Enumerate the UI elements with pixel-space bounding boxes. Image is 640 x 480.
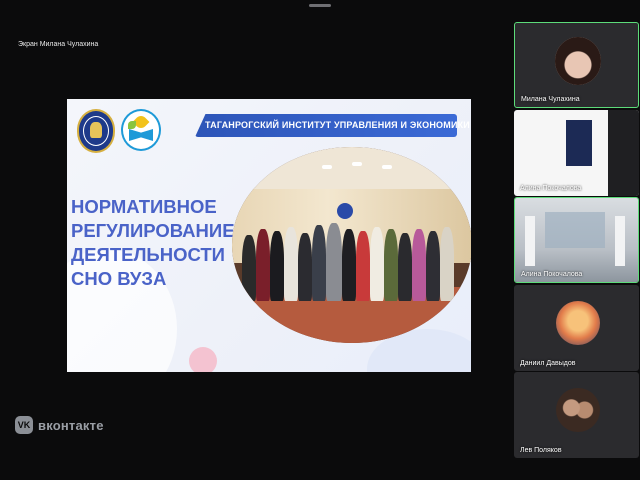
- shared-presentation-slide[interactable]: ТАГАНРОГСКИЙ ИНСТИТУТ УПРАВЛЕНИЯ И ЭКОНО…: [67, 99, 471, 372]
- participant-tile[interactable]: Милана Чулахина: [514, 22, 639, 108]
- participant-name: Алина Покочалова: [520, 185, 582, 192]
- group-photo: [232, 147, 471, 343]
- slide-banner-text: ТАГАНРОГСКИЙ ИНСТИТУТ УПРАВЛЕНИЯ И ЭКОНО…: [205, 120, 470, 130]
- participant-avatar: [556, 388, 600, 432]
- institute-seal-logo: [77, 109, 115, 153]
- slide-decor-dot: [189, 347, 217, 372]
- brand-name: вконтакте: [38, 417, 104, 433]
- participant-screen-preview: [514, 110, 639, 196]
- participant-name: Даниил Давыдов: [520, 360, 576, 367]
- vk-brand-mark: VK вконтакте: [15, 415, 104, 435]
- video-call-window: Экран Милана Чулахина ТАГАНРОГСКИЙ ИНСТИ…: [0, 0, 640, 480]
- participant-name: Лев Поляков: [520, 447, 562, 454]
- slide-heading: НОРМАТИВНОЕ РЕГУЛИРОВАНИЕ ДЕЯТЕЛЬНОСТИ С…: [71, 195, 241, 291]
- slide-heading-line: НОРМАТИВНОЕ: [71, 196, 217, 217]
- participant-avatar: [555, 37, 601, 85]
- participant-tile[interactable]: Алина Покочалова: [514, 197, 639, 283]
- participant-name: Алина Покочалова: [521, 271, 583, 278]
- participant-tile[interactable]: Алина Покочалова: [514, 110, 639, 196]
- education-book-logo: [121, 109, 161, 151]
- screen-share-owner-label: Экран Милана Чулахина: [18, 41, 99, 48]
- slide-heading-line: РЕГУЛИРОВАНИЕ: [71, 220, 235, 241]
- slide-heading-line: СНО ВУЗА: [71, 268, 167, 289]
- participant-name: Милана Чулахина: [521, 96, 580, 103]
- slide-heading-line: ДЕЯТЕЛЬНОСТИ: [71, 244, 225, 265]
- participant-tile[interactable]: Лев Поляков: [514, 372, 639, 458]
- drag-handle[interactable]: [309, 4, 331, 7]
- participant-tile[interactable]: Даниил Давыдов: [514, 285, 639, 371]
- participant-avatar: [556, 301, 600, 345]
- group-of-people: [242, 217, 462, 301]
- vk-logo-icon: VK: [15, 416, 33, 434]
